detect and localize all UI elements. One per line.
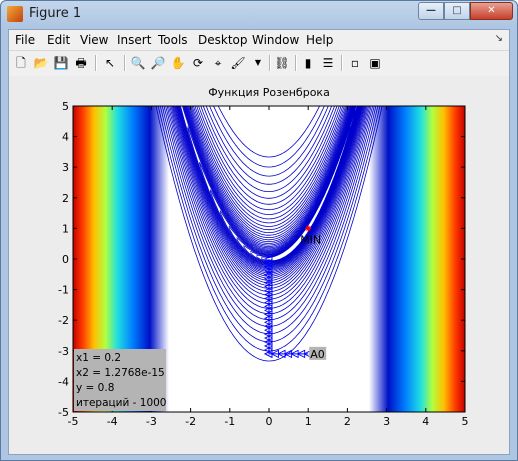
figure-client-area: File Edit View Insert Tools Desktop Wind…	[8, 29, 510, 455]
toolbar-separator	[295, 55, 297, 71]
start-label: A0	[310, 348, 325, 361]
toolbar-separator	[269, 55, 271, 71]
x-tick-label: 5	[462, 415, 469, 428]
menu-view[interactable]: View	[80, 33, 108, 47]
open-file-button[interactable]: 📂	[32, 54, 50, 72]
right-heat-band	[369, 106, 465, 412]
pan-button[interactable]: ✋	[169, 54, 187, 72]
info-x1: x1 = 0.2	[76, 352, 121, 364]
link-plot-icon: ⛓	[274, 56, 290, 70]
info-iterations: итераций - 1000	[76, 397, 166, 409]
x-tick-label: -3	[146, 415, 157, 428]
min-label: MIN	[300, 233, 321, 246]
legend-button[interactable]: ☰	[319, 54, 337, 72]
y-tick-label: -3	[58, 345, 69, 358]
show-plot-tools-button[interactable]: ▣	[366, 54, 384, 72]
zoom-in-button[interactable]: 🔍	[129, 54, 147, 72]
toolbar-separator	[124, 55, 126, 71]
menu-help[interactable]: Help	[306, 33, 333, 47]
open-file-icon: 📂	[33, 56, 49, 70]
legend-icon: ☰	[322, 56, 334, 70]
brush-button[interactable]: 🖌	[229, 54, 247, 72]
y-tick-label: 0	[62, 253, 69, 266]
y-tick-label: -2	[58, 314, 69, 327]
menu-tools[interactable]: Tools	[158, 33, 188, 47]
new-figure-button[interactable]: 🗋	[12, 54, 30, 72]
hide-plot-tools-button[interactable]: ▫	[346, 54, 364, 72]
show-plot-tools-icon: ▣	[369, 56, 381, 70]
zoom-out-button[interactable]: 🔎	[149, 54, 167, 72]
x-tick-label: -2	[185, 415, 196, 428]
x-tick-label: 4	[422, 415, 429, 428]
y-tick-label: 2	[62, 192, 69, 205]
window-title: Figure 1	[29, 6, 82, 21]
y-tick-label: 4	[62, 131, 69, 144]
zoom-in-icon: 🔍	[130, 56, 146, 70]
brush-dropdown[interactable]: ▼	[249, 54, 267, 72]
print-icon: 🖶	[75, 56, 87, 70]
print-button[interactable]: 🖶	[72, 54, 90, 72]
save-button[interactable]: 💾	[52, 54, 70, 72]
y-tick-label: 3	[62, 161, 69, 174]
x-tick-label: 1	[305, 415, 312, 428]
y-tick-label: 1	[62, 222, 69, 235]
plot-title: Функция Розенброка	[208, 86, 330, 99]
rotate-3d-icon: ⟳	[192, 56, 204, 70]
colorbar-icon: ▮	[304, 56, 312, 70]
brush-icon: 🖌	[230, 56, 246, 70]
close-button[interactable]: ✕	[470, 2, 513, 20]
x-tick-label: 2	[344, 415, 351, 428]
x-tick-label: 3	[383, 415, 390, 428]
chevron-down-icon: ▼	[254, 58, 262, 67]
menu-window[interactable]: Window	[252, 33, 299, 47]
figure-toolbar: 🗋 📂 💾 🖶 ↖ 🔍 🔎 ✋ ⟳ ⌖ 🖌 ▼ ⛓ ▮ ☰ ▫ ▣	[9, 50, 509, 77]
data-cursor-button[interactable]: ⌖	[209, 54, 227, 72]
info-y: y = 0.8	[76, 382, 114, 394]
info-x2: x2 = 1.2768e-15	[76, 367, 165, 379]
menu-insert[interactable]: Insert	[117, 33, 151, 47]
x-tick-label: -5	[68, 415, 79, 428]
y-tick-label: -4	[58, 375, 69, 388]
toolbar-separator	[95, 55, 97, 71]
menubar-dock-arrow-icon[interactable]: ↘	[495, 33, 503, 44]
y-tick-label: -1	[58, 284, 69, 297]
info-box: x1 = 0.2 x2 = 1.2768e-15 y = 0.8 итераци…	[74, 349, 166, 411]
y-tick-label: 5	[62, 100, 69, 113]
pan-hand-icon: ✋	[170, 56, 186, 70]
title-bar[interactable]: Figure 1 — □ ✕	[1, 1, 517, 29]
edit-plot-button[interactable]: ↖	[101, 54, 119, 72]
data-cursor-icon: ⌖	[214, 56, 222, 70]
new-figure-icon: 🗋	[16, 56, 26, 70]
menu-file[interactable]: File	[15, 33, 35, 47]
x-tick-label: -1	[224, 415, 235, 428]
y-tick-label: -5	[58, 406, 69, 419]
figure-window: Figure 1 — □ ✕ File Edit View Insert Too…	[0, 0, 518, 461]
contour-plot[interactable]: Функция Розенброка -5 -4 -3 -2 -1 0 1 2 3 4 5 5 4 3 2 1…	[9, 76, 509, 454]
menu-desktop[interactable]: Desktop	[198, 33, 248, 47]
menu-bar: File Edit View Insert Tools Desktop Wind…	[9, 30, 509, 50]
menu-edit[interactable]: Edit	[47, 33, 70, 47]
zoom-out-icon: 🔎	[150, 56, 166, 70]
toolbar-separator	[341, 55, 343, 71]
matlab-icon	[7, 6, 23, 22]
minimize-button[interactable]: —	[418, 2, 444, 20]
colorbar-button[interactable]: ▮	[299, 54, 317, 72]
figure-canvas: Функция Розенброка -5 -4 -3 -2 -1 0 1 2 3 4 5 5 4 3 2 1…	[9, 76, 509, 454]
link-plot-button[interactable]: ⛓	[273, 54, 291, 72]
rotate-3d-button[interactable]: ⟳	[189, 54, 207, 72]
save-icon: 💾	[53, 56, 69, 70]
hide-plot-tools-icon: ▫	[350, 56, 360, 70]
edit-plot-arrow-icon: ↖	[104, 56, 116, 70]
x-tick-label: -4	[107, 415, 118, 428]
x-tick-label: 0	[266, 415, 273, 428]
maximize-button[interactable]: □	[444, 2, 470, 20]
